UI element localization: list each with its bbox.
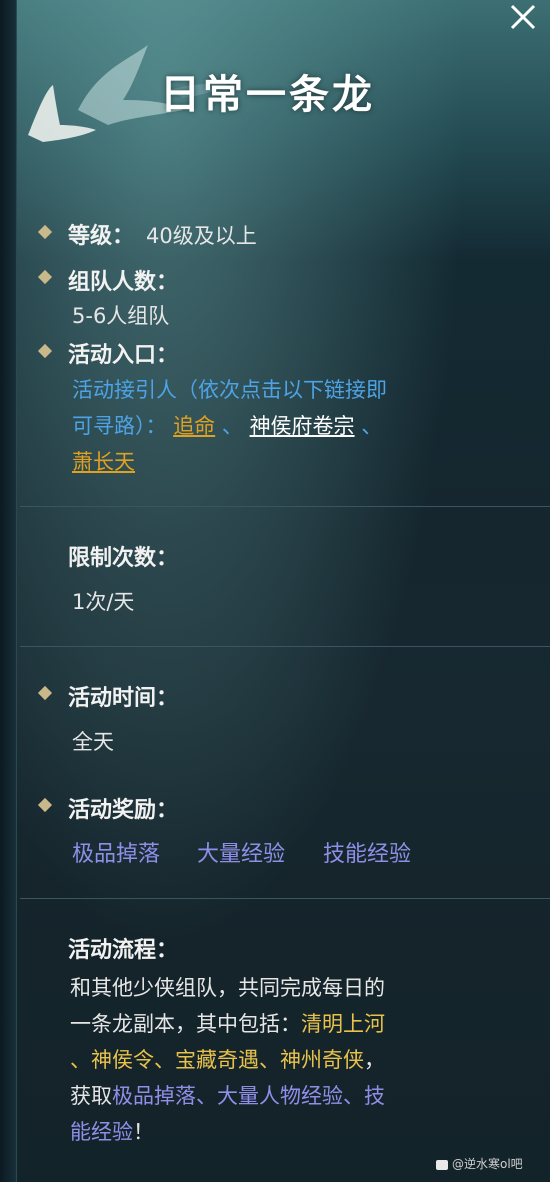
flow-highlight: 极品掉落、大量人物经验、技 (112, 1084, 385, 1108)
bullet-diamond-icon (37, 797, 53, 813)
flow-text: ！ (133, 1120, 154, 1144)
reward-label: 活动奖励： (68, 798, 179, 823)
time-value: 全天 (72, 730, 114, 754)
entry-links-line: 可寻路）： 追命 、 神侯府卷宗 、 (72, 410, 382, 440)
link-shenhoufu-juanzong[interactable]: 神侯府卷宗 (250, 414, 355, 438)
flow-paragraph: 和其他少侠组队，共同完成每日的 一条龙副本，其中包括：清明上河 、神侯令、宝藏奇… (70, 970, 500, 1150)
entry-description-line2: 可寻路）： (72, 414, 167, 438)
close-icon[interactable] (500, 0, 544, 40)
flow-text: 一条龙副本，其中包括： (70, 1012, 301, 1036)
bullet-diamond-icon (37, 343, 53, 359)
time-label: 活动时间： (68, 686, 179, 711)
entry-links-line3: 萧长天 (72, 446, 135, 476)
flow-line: 获取极品掉落、大量人物经验、技 (70, 1078, 500, 1114)
bullet-diamond-icon (37, 269, 53, 285)
team-value: 5-6人组队 (72, 304, 170, 328)
entry-separator: 、 (221, 414, 243, 438)
flow-text: ， (364, 1048, 385, 1072)
page-title: 日常一条龙 (160, 72, 375, 118)
link-zhuiming[interactable]: 追命 (173, 414, 215, 438)
entry-description-line1: 活动接引人（依次点击以下链接即 (72, 378, 387, 402)
section-divider (20, 646, 550, 647)
limit-value: 1次/天 (72, 590, 135, 614)
level-value: 40级及以上 (146, 224, 257, 248)
level-label: 等级： (68, 224, 135, 249)
flow-highlight: 、 (259, 1048, 280, 1072)
flow-line: 能经验！ (70, 1114, 500, 1150)
limit-label: 限制次数： (68, 546, 179, 571)
watermark-text: @逆水寒ol吧 (452, 1157, 523, 1171)
flow-text: 获取 (70, 1084, 112, 1108)
flow-highlight: 清明上河 (301, 1012, 385, 1036)
entry-separator: 、 (361, 414, 383, 438)
flow-highlight: 神州奇侠 (280, 1048, 364, 1072)
flow-line: 、神侯令、宝藏奇遇、神州奇侠， (70, 1042, 500, 1078)
reward-item: 极品掉落 (72, 842, 161, 867)
entry-label: 活动入口： (68, 343, 179, 368)
flow-text: 和其他少侠组队，共同完成每日的 (70, 976, 385, 1000)
flow-line: 一条龙副本，其中包括：清明上河 (70, 1006, 500, 1042)
flow-highlight: 、 (154, 1048, 175, 1072)
tieba-logo-icon (436, 1159, 448, 1170)
activity-panel: 日常一条龙 等级： 40级及以上 组队人数： 5-6人组队 活动入口： 活动接引… (0, 0, 550, 1182)
watermark: @逆水寒ol吧 (436, 1155, 523, 1172)
flow-highlight: 、 (70, 1048, 91, 1072)
flow-highlight: 能经验 (70, 1120, 133, 1144)
panel-left-edge (0, 0, 17, 1182)
reward-item: 大量经验 (197, 842, 286, 867)
team-label: 组队人数： (68, 270, 179, 295)
link-xiaochangtian[interactable]: 萧长天 (72, 450, 135, 474)
flow-highlight: 神侯令 (91, 1048, 154, 1072)
flow-line: 和其他少侠组队，共同完成每日的 (70, 970, 500, 1006)
section-divider (20, 506, 550, 507)
bullet-diamond-icon (37, 685, 53, 701)
reward-item: 技能经验 (323, 842, 412, 867)
section-divider (20, 898, 550, 899)
flow-highlight: 宝藏奇遇 (175, 1048, 259, 1072)
bullet-diamond-icon (37, 224, 53, 240)
flow-label: 活动流程： (68, 938, 179, 963)
